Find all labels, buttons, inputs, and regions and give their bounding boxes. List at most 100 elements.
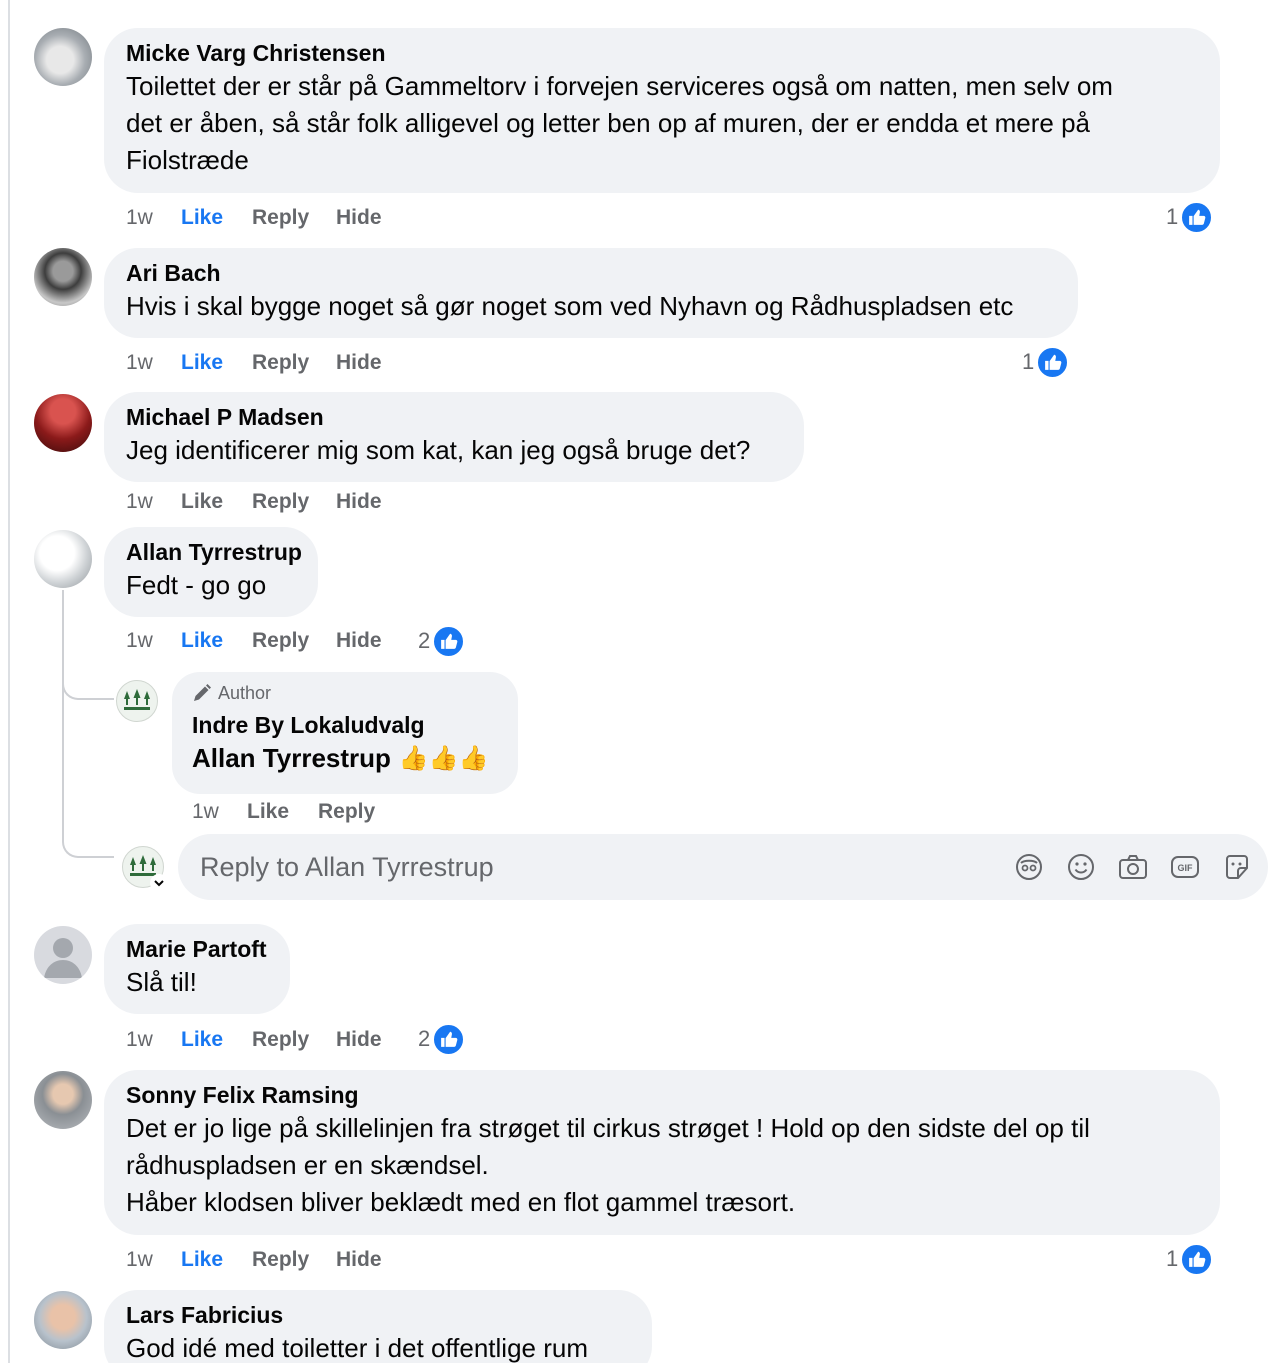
- hide-button[interactable]: Hide: [336, 1025, 382, 1055]
- hide-button[interactable]: Hide: [336, 487, 382, 517]
- hide-button[interactable]: Hide: [336, 348, 382, 378]
- comment-text-line: Toilettet der er står på Gammeltorv i fo…: [126, 71, 1113, 101]
- comment-bubble: Micke Varg Christensen Toilettet der er …: [104, 28, 1220, 193]
- mention-link[interactable]: Allan Tyrrestrup: [192, 740, 391, 777]
- reply-bubble: Author Indre By Lokaludvalg Allan Tyrres…: [172, 672, 518, 794]
- comment-actions: 1w Like Reply Hide: [126, 626, 426, 656]
- reply-actions: 1w Like Reply: [192, 797, 392, 827]
- reply-button[interactable]: Reply: [252, 1025, 309, 1055]
- hide-button[interactable]: Hide: [336, 1245, 382, 1275]
- comment-actions: 1w Like Reply Hide: [126, 487, 426, 517]
- comment-author[interactable]: Micke Varg Christensen: [126, 38, 1198, 68]
- comment-author[interactable]: Marie Partoft: [126, 934, 268, 964]
- reply-button[interactable]: Reply: [252, 626, 309, 656]
- reaction-summary[interactable]: 1: [1166, 200, 1214, 234]
- gif-icon[interactable]: GIF: [1168, 850, 1202, 884]
- avatar[interactable]: [34, 248, 92, 306]
- like-reaction-icon: [432, 1022, 466, 1056]
- avatar[interactable]: [34, 394, 92, 452]
- comment-text-line: Hvis i skal bygge noget så gør noget som…: [126, 291, 1014, 321]
- comment-timestamp[interactable]: 1w: [126, 626, 153, 656]
- reaction-count: 1: [1022, 349, 1035, 374]
- comment-bubble: Sonny Felix Ramsing Det er jo lige på sk…: [104, 1070, 1220, 1235]
- pen-icon: [194, 684, 211, 701]
- trees-logo-icon: [124, 689, 150, 710]
- comment-text-line: Det er jo lige på skillelinjen fra strøg…: [126, 1113, 1090, 1143]
- thumbs-up-emoji: 👍👍👍: [398, 745, 489, 772]
- reply-input[interactable]: [200, 846, 900, 888]
- chevron-down-icon[interactable]: [150, 874, 168, 892]
- page-logo-avatar[interactable]: [116, 680, 158, 722]
- like-button[interactable]: Like: [181, 1245, 223, 1275]
- avatar[interactable]: [34, 1071, 92, 1129]
- like-reaction-icon: [1036, 345, 1070, 379]
- comment-author[interactable]: Sonny Felix Ramsing: [126, 1080, 1198, 1110]
- comment-actions: 1w Like Reply Hide: [126, 348, 426, 378]
- reply-button[interactable]: Reply: [318, 797, 375, 827]
- comment-text-line: Fiolstræde: [126, 145, 249, 175]
- reaction-summary[interactable]: 2: [418, 624, 466, 658]
- comment-timestamp[interactable]: 1w: [126, 203, 153, 233]
- comment-text-line: Fedt - go go: [126, 570, 267, 600]
- reaction-count: 2: [418, 1026, 431, 1051]
- like-button[interactable]: Like: [181, 487, 223, 517]
- author-badge: Author: [192, 680, 498, 706]
- reply-button[interactable]: Reply: [252, 1245, 309, 1275]
- thread-connector: [62, 660, 114, 700]
- like-reaction-icon: [1180, 1242, 1214, 1276]
- reaction-summary[interactable]: 1: [1022, 345, 1070, 379]
- reply-author[interactable]: Indre By Lokaludvalg: [192, 710, 498, 740]
- thread-line: [62, 590, 64, 800]
- comment-timestamp[interactable]: 1w: [126, 487, 153, 517]
- comment-timestamp[interactable]: 1w: [126, 1025, 153, 1055]
- avatar[interactable]: [34, 28, 92, 86]
- comment-actions: 1w Like Reply Hide: [126, 1025, 426, 1055]
- comment-text-line: Håber klodsen bliver beklædt med en flot…: [126, 1187, 796, 1217]
- reaction-count: 1: [1166, 1246, 1179, 1271]
- camera-icon[interactable]: [1116, 850, 1150, 884]
- author-badge-label: Author: [218, 683, 272, 703]
- like-button[interactable]: Like: [181, 1025, 223, 1055]
- like-reaction-icon: [432, 624, 466, 658]
- like-reaction-icon: [1180, 200, 1214, 234]
- reply-button[interactable]: Reply: [252, 487, 309, 517]
- sticker-icon[interactable]: [1220, 850, 1254, 884]
- comment-text-line: God idé med toiletter i det offentlige r…: [126, 1333, 588, 1363]
- comment-bubble: Ari Bach Hvis i skal bygge noget så gør …: [104, 248, 1078, 338]
- comment-bubble: Allan Tyrrestrup Fedt - go go: [104, 527, 318, 617]
- page-left-border: [8, 0, 10, 1363]
- avatar[interactable]: [34, 1291, 92, 1349]
- svg-text:GIF: GIF: [1178, 863, 1194, 873]
- hide-button[interactable]: Hide: [336, 203, 382, 233]
- comment-bubble: Michael P Madsen Jeg identificerer mig s…: [104, 392, 804, 482]
- emoji-icon[interactable]: [1064, 850, 1098, 884]
- comment-text-line: Jeg identificerer mig som kat, kan jeg o…: [126, 435, 751, 465]
- comment-timestamp[interactable]: 1w: [126, 348, 153, 378]
- comment-bubble: Lars Fabricius God idé med toiletter i d…: [104, 1290, 652, 1363]
- comment-text-line: Slå til!: [126, 967, 197, 997]
- default-avatar-icon[interactable]: [34, 926, 92, 984]
- avatar-sticker-icon[interactable]: [1012, 850, 1046, 884]
- comment-author[interactable]: Lars Fabricius: [126, 1300, 630, 1330]
- comment-timestamp[interactable]: 1w: [126, 1245, 153, 1275]
- thread-connector: [62, 800, 114, 858]
- like-button[interactable]: Like: [247, 797, 289, 827]
- reply-button[interactable]: Reply: [252, 203, 309, 233]
- comment-bubble: Marie Partoft Slå til!: [104, 924, 290, 1014]
- like-button[interactable]: Like: [181, 626, 223, 656]
- like-button[interactable]: Like: [181, 348, 223, 378]
- comment-author[interactable]: Michael P Madsen: [126, 402, 782, 432]
- hide-button[interactable]: Hide: [336, 626, 382, 656]
- reaction-summary[interactable]: 1: [1166, 1242, 1214, 1276]
- reaction-count: 1: [1166, 204, 1179, 229]
- comment-author[interactable]: Allan Tyrrestrup: [126, 537, 302, 567]
- reply-timestamp[interactable]: 1w: [192, 797, 219, 827]
- like-button[interactable]: Like: [181, 203, 223, 233]
- comment-actions: 1w Like Reply Hide: [126, 203, 426, 233]
- comment-text-line: rådhuspladsen er en skændsel.: [126, 1150, 489, 1180]
- reaction-count: 2: [418, 628, 431, 653]
- comment-author[interactable]: Ari Bach: [126, 258, 1056, 288]
- reaction-summary[interactable]: 2: [418, 1022, 466, 1056]
- reply-button[interactable]: Reply: [252, 348, 309, 378]
- avatar[interactable]: [34, 530, 92, 588]
